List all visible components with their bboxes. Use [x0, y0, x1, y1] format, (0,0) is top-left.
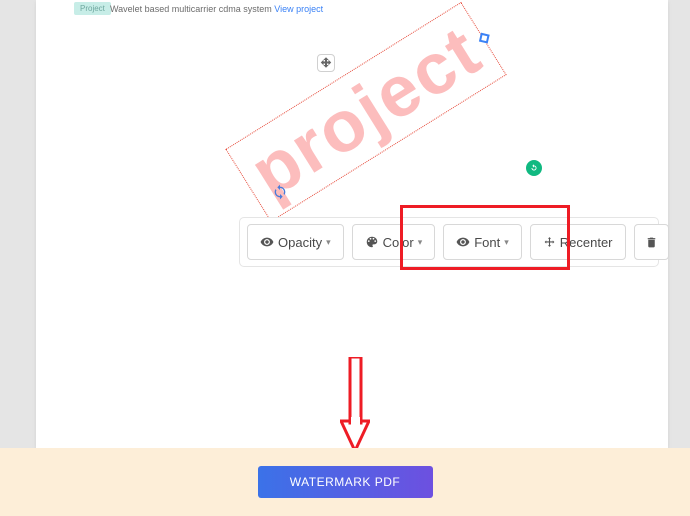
palette-icon — [365, 235, 379, 249]
trash-icon — [645, 236, 658, 249]
move-icon — [543, 236, 556, 249]
chevron-down-icon: ▾ — [504, 237, 509, 248]
rotate-handle[interactable] — [272, 184, 288, 200]
delete-button[interactable] — [634, 224, 669, 260]
eye-icon — [456, 235, 470, 249]
document-canvas: Project Wavelet based multicarrier cdma … — [36, 0, 668, 448]
move-icon — [320, 57, 332, 69]
project-badge: Project — [74, 2, 111, 15]
eye-icon — [260, 235, 274, 249]
action-bar: WATERMARK PDF — [0, 448, 690, 516]
watermark-toolbar: Opacity ▾ Color ▾ Font ▾ Recenter — [239, 217, 659, 267]
color-label: Color — [383, 235, 414, 250]
status-indicator[interactable] — [526, 160, 542, 176]
chevron-down-icon: ▾ — [418, 237, 423, 248]
font-label: Font — [474, 235, 500, 250]
recenter-label: Recenter — [560, 235, 613, 250]
cta-label: WATERMARK PDF — [290, 475, 401, 489]
recenter-button[interactable]: Recenter — [530, 224, 626, 260]
document-title-text: Wavelet based multicarrier cdma system — [110, 4, 272, 14]
chevron-down-icon: ▾ — [326, 237, 331, 248]
color-button[interactable]: Color ▾ — [352, 224, 436, 260]
view-project-link[interactable]: View project — [274, 4, 323, 14]
refresh-icon — [529, 163, 539, 173]
resize-handle[interactable] — [479, 33, 490, 44]
watermark-object[interactable]: project — [231, 15, 501, 209]
watermark-pdf-button[interactable]: WATERMARK PDF — [258, 466, 433, 498]
document-line: Wavelet based multicarrier cdma system V… — [110, 4, 323, 14]
opacity-button[interactable]: Opacity ▾ — [247, 224, 344, 260]
rotate-icon — [272, 184, 288, 200]
font-button[interactable]: Font ▾ — [443, 224, 522, 260]
watermark-selection-box — [225, 2, 506, 222]
move-handle[interactable] — [317, 54, 335, 72]
opacity-label: Opacity — [278, 235, 322, 250]
